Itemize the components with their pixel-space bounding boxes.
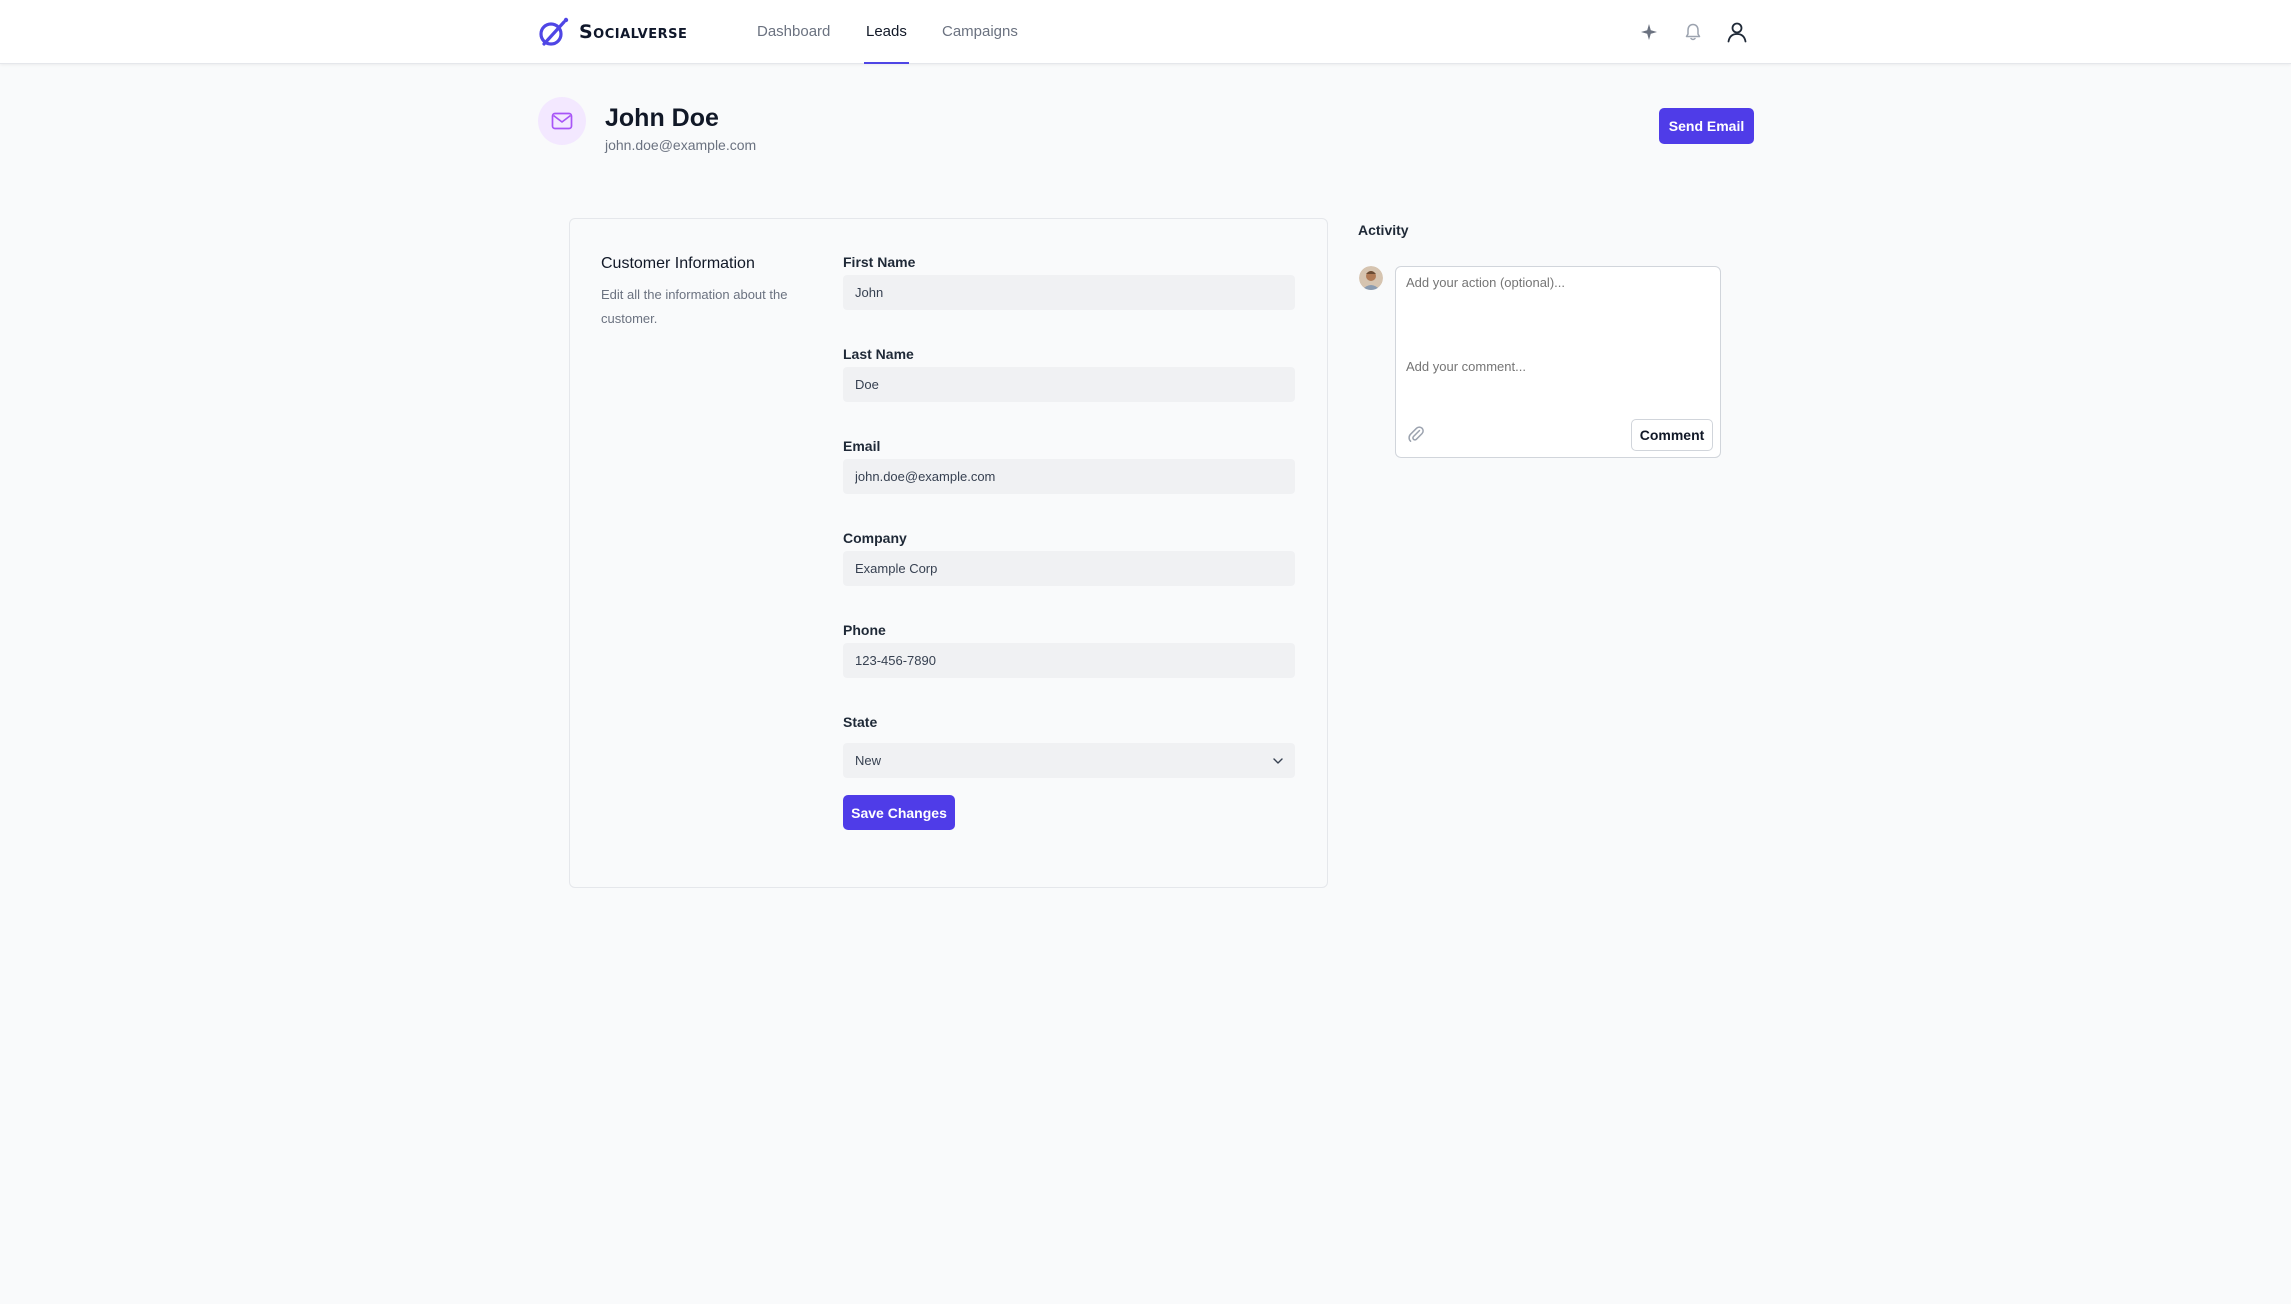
activity-title: Activity xyxy=(1358,222,1409,238)
first-name-field[interactable] xyxy=(843,275,1295,310)
lead-email: john.doe@example.com xyxy=(605,137,757,153)
nav-link-leads[interactable]: Leads xyxy=(864,0,909,64)
phone-field[interactable] xyxy=(843,643,1295,678)
email-label: Email xyxy=(843,438,881,454)
nav-link-dashboard[interactable]: Dashboard xyxy=(757,0,830,64)
phone-label: Phone xyxy=(843,622,886,638)
last-name-label: Last Name xyxy=(843,346,914,362)
nav-link-campaigns[interactable]: Campaigns xyxy=(942,0,1018,64)
comment-input[interactable] xyxy=(1406,359,1706,374)
state-select[interactable]: New xyxy=(843,743,1295,778)
state-selected-value: New xyxy=(855,753,882,768)
chevron-down-icon xyxy=(1273,757,1283,764)
mail-icon xyxy=(551,112,573,130)
lead-name: John Doe xyxy=(605,104,719,132)
company-field[interactable] xyxy=(843,551,1295,586)
bell-icon[interactable] xyxy=(1679,18,1707,46)
user-icon[interactable] xyxy=(1723,18,1751,46)
rocket-logo-icon xyxy=(539,17,569,46)
lead-avatar xyxy=(538,97,586,145)
customer-info-description: Edit all the information about the custo… xyxy=(601,287,788,326)
top-navigation: Socialverse Dashboard Leads Campaigns xyxy=(0,0,2291,64)
brand-name: Socialverse xyxy=(579,21,688,43)
last-name-field[interactable] xyxy=(843,367,1295,402)
first-name-label: First Name xyxy=(843,254,916,270)
avatar xyxy=(1359,266,1383,290)
customer-info-title: Customer Information xyxy=(601,255,755,272)
sparkle-icon[interactable] xyxy=(1635,18,1663,46)
action-input[interactable] xyxy=(1406,275,1706,290)
email-field[interactable] xyxy=(843,459,1295,494)
company-label: Company xyxy=(843,530,907,546)
comment-button[interactable]: Comment xyxy=(1631,419,1713,451)
send-email-button[interactable]: Send Email xyxy=(1659,108,1754,144)
state-label: State xyxy=(843,714,878,730)
save-changes-button[interactable]: Save Changes xyxy=(843,795,955,830)
paperclip-icon[interactable] xyxy=(1406,424,1426,444)
brand-logo[interactable]: Socialverse xyxy=(537,16,687,48)
